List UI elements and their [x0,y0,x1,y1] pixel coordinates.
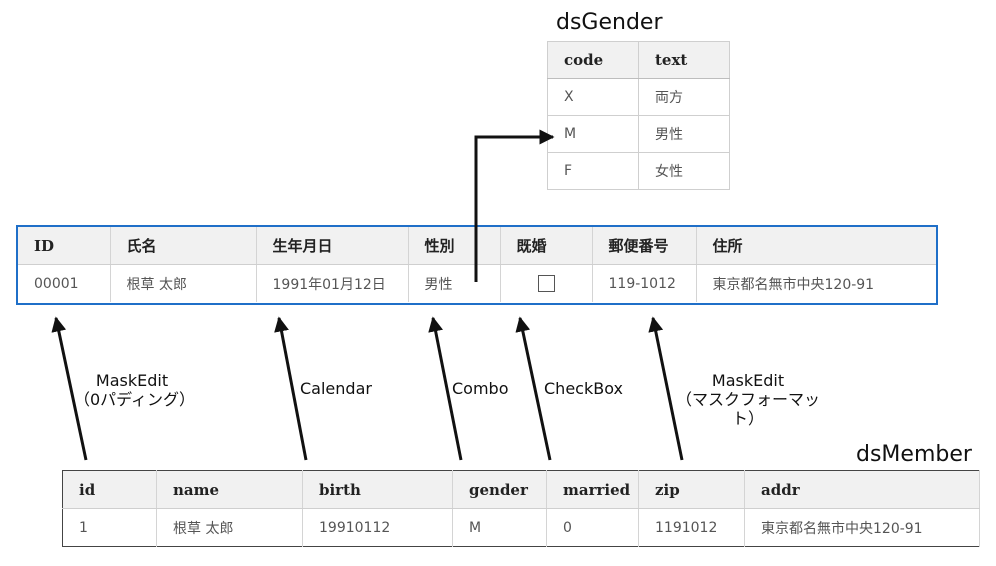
annotation-maskedit-padding-sub: （0パディング） [74,390,196,409]
annotation-maskedit-padding-label: MaskEdit [95,371,169,390]
dsmember-table: id name birth gender married zip addr 1 … [62,470,980,547]
dsmember-cell-gender: M [452,508,547,547]
annotation-maskedit-format-sub: （マスクフォーマット） [675,390,820,428]
annotation-calendar: Calendar [300,379,372,398]
annotation-combo: Combo [452,379,509,398]
dsmember-cell-name: 根草 太郎 [156,508,303,547]
dsmember-cell-birth: 19910112 [302,508,453,547]
dsmember-cell-zip: 1191012 [638,508,745,547]
dsmember-col-addr: addr [744,470,980,509]
combo-lookup-arrow [474,129,555,282]
dsmember-col-id: id [62,470,157,509]
dsmember-col-name: name [156,470,303,509]
dsmember-cell-id: 1 [62,508,157,547]
annotation-maskedit-format: MaskEdit （マスクフォーマット） [668,371,828,428]
dsmember-col-birth: birth [302,470,453,509]
dsmember-col-zip: zip [638,470,745,509]
dsmember-col-gender: gender [452,470,547,509]
annotation-maskedit-format-label: MaskEdit [711,371,785,390]
annotation-maskedit-padding: MaskEdit （0パディング） [74,371,196,409]
dsmember-title: dsMember [856,442,972,467]
dsmember-cell-married: 0 [546,508,639,547]
annotation-checkbox: CheckBox [544,379,623,398]
dsmember-cell-addr: 東京都名無市中央120-91 [744,508,980,547]
dsmember-col-married: married [546,470,639,509]
dsmember-header-row: id name birth gender married zip addr [62,470,980,509]
table-row: 1 根草 太郎 19910112 M 0 1191012 東京都名無市中央120… [62,508,980,547]
